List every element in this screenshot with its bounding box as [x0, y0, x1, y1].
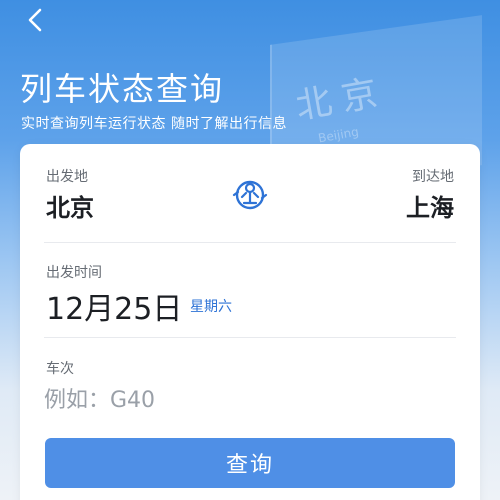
divider-date: [44, 337, 456, 338]
divider-route: [44, 242, 456, 243]
train-number-input[interactable]: [44, 380, 344, 420]
departure-time-label: 出发时间: [46, 265, 102, 281]
back-button[interactable]: [22, 6, 50, 34]
departure-date[interactable]: 12月25日: [46, 284, 182, 328]
page-title: 列车状态查询: [20, 70, 225, 108]
to-label: 到达地: [412, 169, 454, 185]
train-number-label: 车次: [46, 361, 74, 377]
train-status-screen: 北京 Beijing 列车状态查询 实时查询列车运行状态 随时了解出行信息 出发…: [0, 0, 500, 500]
page-subtitle: 实时查询列车运行状态 随时了解出行信息: [21, 116, 287, 132]
from-label: 出发地: [46, 169, 88, 185]
railway-logo-icon: [232, 180, 268, 210]
query-button[interactable]: 查询: [45, 438, 455, 488]
query-card: 出发地 北京 到达地 上海 出发时间 12月25日 星期六 车次 查询: [20, 144, 480, 500]
departure-weekday: 星期六: [190, 299, 232, 315]
to-station[interactable]: 上海: [406, 188, 454, 223]
from-station[interactable]: 北京: [46, 188, 94, 223]
chevron-left-icon: [28, 8, 42, 32]
swap-stations-button[interactable]: [231, 176, 269, 214]
